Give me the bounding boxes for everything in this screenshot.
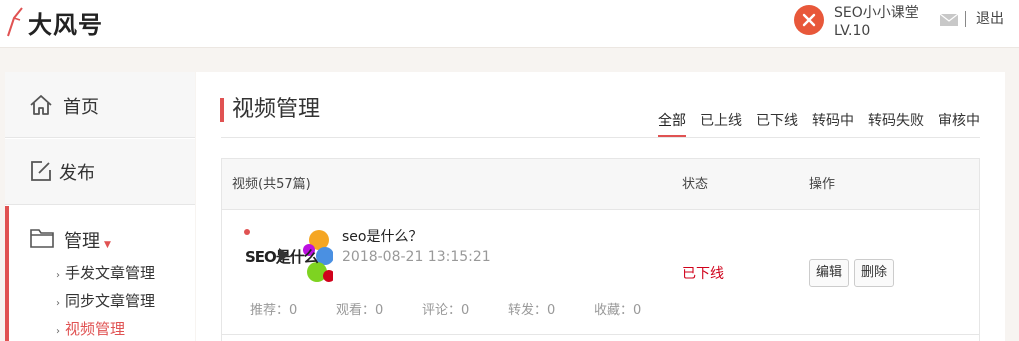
sidebar-item-label: 管理 ▼ <box>64 231 111 252</box>
edit-icon <box>31 161 51 181</box>
column-header-action: 操作 <box>809 177 836 192</box>
stat-favorites: 收藏：0 <box>594 303 642 318</box>
stat-shares: 转发：0 <box>508 303 556 318</box>
header-divider <box>965 11 966 27</box>
user-level: LV.10 <box>834 23 871 39</box>
stat-views: 观看：0 <box>336 303 384 318</box>
filter-tabs: 全部 已上线 已下线 转码中 转码失败 审核中 <box>644 112 980 137</box>
chevron-right-icon: › <box>56 270 60 281</box>
quill-icon <box>7 7 23 37</box>
play-icon <box>279 248 289 262</box>
title-accent <box>220 98 224 122</box>
tab-offline[interactable]: 已下线 <box>756 112 798 134</box>
avatar[interactable] <box>794 5 824 35</box>
main-panel: 视频管理 全部 已上线 已下线 转码中 转码失败 审核中 视频(共57篇) 状态… <box>196 72 1005 341</box>
logo[interactable]: 大风号 <box>4 6 103 39</box>
home-icon <box>30 95 52 115</box>
video-date: 2018-08-21 13:15:21 <box>342 249 491 265</box>
top-header: 大风号 SEO小小课堂 LV.10 退出 <box>0 0 1019 48</box>
mail-icon[interactable] <box>940 14 958 26</box>
status-badge: 已下线 <box>682 266 724 282</box>
divider <box>221 137 980 138</box>
user-name[interactable]: SEO小小课堂 <box>834 5 919 21</box>
sidebar-subitem-video-manage[interactable]: › 视频管理 <box>56 320 125 341</box>
folder-icon <box>30 229 54 248</box>
tab-transcoding[interactable]: 转码中 <box>812 112 854 134</box>
tab-transcode-failed[interactable]: 转码失败 <box>868 112 924 134</box>
video-thumbnail[interactable]: SEO是什么 <box>243 226 333 286</box>
sidebar-item-publish[interactable]: 发布 <box>5 139 195 205</box>
sidebar-item-label: 发布 <box>59 163 95 184</box>
stat-recommend: 推荐：0 <box>250 303 298 318</box>
logout-link[interactable]: 退出 <box>976 11 1004 27</box>
edit-button[interactable]: 编辑 <box>809 259 850 287</box>
delete-button[interactable]: 删除 <box>854 259 895 287</box>
sidebar-item-label: 首页 <box>63 97 99 118</box>
tab-all[interactable]: 全部 <box>658 112 686 137</box>
column-header-status: 状态 <box>682 177 709 192</box>
tab-online[interactable]: 已上线 <box>700 112 742 134</box>
page-title: 视频管理 <box>232 97 321 122</box>
close-x-icon <box>802 13 816 27</box>
sidebar-item-home[interactable]: 首页 <box>5 72 195 138</box>
stat-comments: 评论：0 <box>422 303 470 318</box>
sidebar-subitem-manual-articles[interactable]: › 手发文章管理 <box>56 264 155 285</box>
sidebar-subitem-sync-articles[interactable]: › 同步文章管理 <box>56 292 155 313</box>
chevron-right-icon: › <box>56 298 60 309</box>
tab-reviewing[interactable]: 审核中 <box>938 112 980 134</box>
video-table: 视频(共57篇) 状态 操作 SEO是什么 seo是什么？ 2018-08-21… <box>221 158 980 341</box>
sidebar: 首页 发布 管理 ▼ › 手发文章管理 › 同步文章管理 › 视频管理 <box>5 72 195 341</box>
chevron-right-icon: › <box>56 326 60 337</box>
row-divider <box>222 334 979 335</box>
logo-text: 大风号 <box>28 10 103 39</box>
video-title[interactable]: seo是什么？ <box>342 228 422 246</box>
chevron-down-icon: ▼ <box>104 240 111 250</box>
table-header: 视频(共57篇) 状态 操作 <box>222 159 979 210</box>
column-header-video: 视频(共57篇) <box>232 177 311 192</box>
sidebar-item-manage[interactable]: 管理 ▼ › 手发文章管理 › 同步文章管理 › 视频管理 <box>5 206 195 341</box>
